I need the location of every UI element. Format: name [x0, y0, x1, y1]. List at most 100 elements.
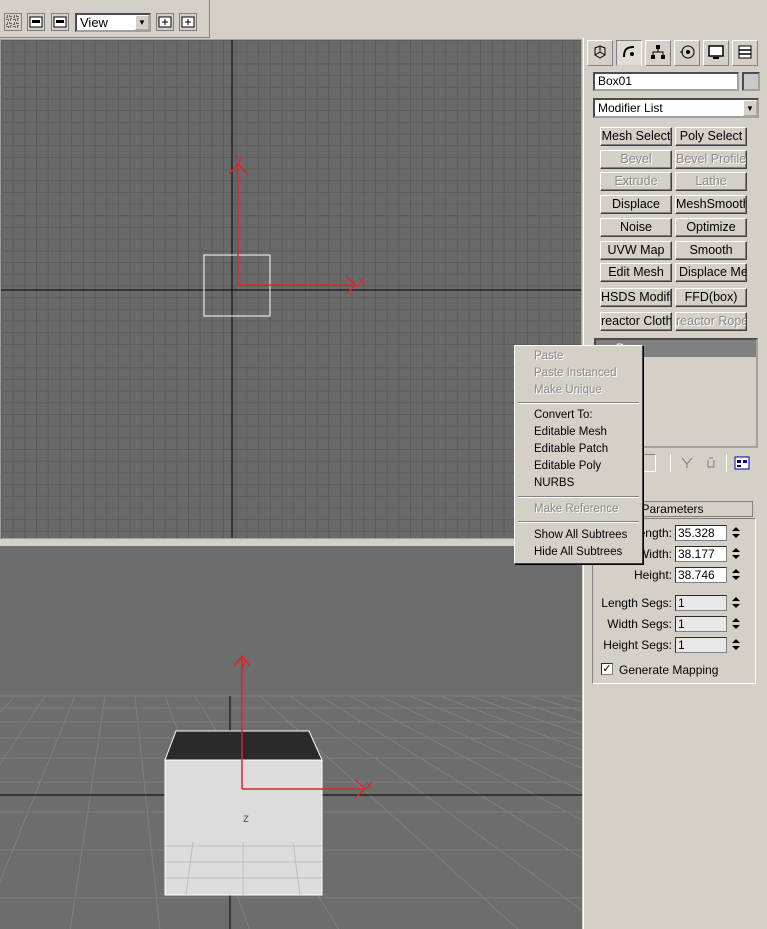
- modifier-button-smooth[interactable]: Smooth: [675, 241, 747, 260]
- modifier-button-hsds-modifier[interactable]: HSDS Modifier: [600, 288, 672, 307]
- menu-item-make-unique[interactable]: Make Unique: [515, 382, 642, 399]
- modifier-button-label: reactor Rope: [676, 314, 747, 328]
- menu-item-show-all-subtrees[interactable]: Show All Subtrees: [515, 527, 642, 544]
- length-segs-value: 1: [678, 596, 685, 610]
- selection-center-icon[interactable]: [179, 13, 197, 31]
- modifier-button-bevel[interactable]: Bevel: [600, 150, 672, 169]
- modify-icon: [621, 44, 637, 63]
- height-segs-spinner[interactable]: [731, 637, 741, 653]
- length-segs-spinner[interactable]: [731, 595, 741, 611]
- perspective-viewport[interactable]: y x z: [0, 544, 582, 929]
- select-region-icon[interactable]: [4, 13, 22, 31]
- modifier-button-ffd-box[interactable]: FFD(box): [675, 288, 747, 307]
- length-segs-field[interactable]: 1: [675, 595, 727, 611]
- width-segs-field[interactable]: 1: [675, 616, 727, 632]
- height-segs-field[interactable]: 1: [675, 637, 727, 653]
- width-segs-spinner[interactable]: [731, 616, 741, 632]
- menu-separator: [518, 402, 639, 404]
- create-tab[interactable]: [587, 40, 613, 66]
- chevron-down-icon[interactable]: ▼: [135, 15, 149, 30]
- menu-item-nurbs[interactable]: NURBS: [515, 475, 642, 492]
- modifier-button-displace[interactable]: Displace: [600, 195, 672, 214]
- chevron-down-icon[interactable]: ▼: [743, 100, 757, 116]
- top-viewport[interactable]: y x: [0, 39, 582, 539]
- height-spinner[interactable]: [731, 567, 741, 583]
- align-icon[interactable]: [51, 13, 69, 31]
- modify-tab[interactable]: [616, 40, 642, 66]
- modifier-button-label: Extrude: [614, 174, 658, 188]
- persp-z-axis-label: z: [243, 811, 249, 825]
- modifier-button-label: Noise: [620, 220, 652, 234]
- menu-item-editable-mesh[interactable]: Editable Mesh: [515, 424, 642, 441]
- modifier-button-label: Optimize: [686, 220, 736, 234]
- modifier-button-reactor-cloth[interactable]: reactor Cloth: [600, 312, 672, 331]
- width-spinner[interactable]: [731, 546, 741, 562]
- modifier-button-lathe[interactable]: Lathe: [675, 172, 747, 191]
- menu-separator: [518, 521, 639, 523]
- menu-item-paste[interactable]: Paste: [515, 348, 642, 365]
- hierarchy-icon: [650, 44, 666, 63]
- menu-item-paste-instanced[interactable]: Paste Instanced: [515, 365, 642, 382]
- modifier-button-label: Smooth: [689, 243, 733, 257]
- menu-item-editable-poly[interactable]: Editable Poly: [515, 458, 642, 475]
- make-unique-icon[interactable]: [704, 456, 718, 473]
- width-label: Width:: [637, 547, 672, 561]
- modifier-button-label: Displace: [612, 197, 660, 211]
- length-segs-label: Length Segs:: [601, 596, 672, 610]
- menu-item-hide-all-subtrees[interactable]: Hide All Subtrees: [515, 544, 642, 561]
- pin-stack-icon[interactable]: [642, 454, 656, 472]
- modifier-button-optimize[interactable]: Optimize: [675, 218, 747, 237]
- length-field[interactable]: 35.328: [675, 525, 727, 541]
- height-field[interactable]: 38.746: [675, 567, 727, 583]
- length-spinner[interactable]: [731, 525, 741, 541]
- display-tab[interactable]: [703, 40, 729, 66]
- modifier-button-label: Poly Select: [679, 129, 743, 143]
- modifier-button-label: HSDS Modifier: [601, 290, 672, 304]
- object-name-field[interactable]: Box01: [593, 72, 739, 91]
- reference-coordinate-select[interactable]: View ▼: [75, 13, 151, 32]
- display-icon: [708, 44, 724, 63]
- modifier-button-displace-mesh[interactable]: Displace Mesh: [675, 263, 747, 282]
- toolbar-divider: [670, 454, 671, 472]
- modifier-button-edit-mesh[interactable]: Edit Mesh: [600, 263, 672, 282]
- show-end-result-icon[interactable]: [680, 456, 694, 473]
- modifier-button-label: FFD(box): [684, 290, 738, 304]
- toolbar-divider: [726, 454, 727, 472]
- height-segs-label: Height Segs:: [603, 638, 672, 652]
- modifier-list-dropdown[interactable]: Modifier List ▼: [593, 98, 759, 118]
- modifier-button-meshsmooth[interactable]: MeshSmooth: [675, 195, 747, 214]
- modifier-button-bevel-profile[interactable]: Bevel Profile: [675, 150, 747, 169]
- width-value: 38.177: [678, 547, 715, 561]
- configure-modifier-sets-icon[interactable]: [734, 455, 750, 474]
- context-menu: Paste Paste Instanced Make Unique Conver…: [514, 345, 643, 564]
- top-viewport-canvas: y x: [1, 40, 581, 538]
- transform-gizmo[interactable]: [228, 162, 358, 295]
- mirror-icon[interactable]: [27, 13, 45, 31]
- width-segs-label: Width Segs:: [607, 617, 672, 631]
- persp-x-axis-label: x: [366, 777, 373, 792]
- modifier-button-poly-select[interactable]: Poly Select: [675, 127, 747, 146]
- pivot-center-icon[interactable]: [156, 13, 174, 31]
- modifier-button-noise[interactable]: Noise: [600, 218, 672, 237]
- modifier-button-label: UVW Map: [607, 243, 665, 257]
- object-color-swatch[interactable]: [742, 72, 760, 91]
- modifier-button-extrude[interactable]: Extrude: [600, 172, 672, 191]
- main-toolbar: View ▼: [0, 0, 210, 38]
- command-panel-tabs: [587, 40, 765, 66]
- width-field[interactable]: 38.177: [675, 546, 727, 562]
- height-segs-value: 1: [678, 638, 685, 652]
- generate-mapping-checkbox[interactable]: ✓: [601, 663, 613, 675]
- utilities-tab[interactable]: [732, 40, 758, 66]
- y-axis-label: y: [236, 150, 243, 165]
- motion-tab[interactable]: [674, 40, 700, 66]
- view-select-value: View: [80, 15, 108, 30]
- hierarchy-tab[interactable]: [645, 40, 671, 66]
- modifier-button-reactor-rope[interactable]: reactor Rope: [675, 312, 747, 331]
- modifier-button-label: reactor Cloth: [601, 314, 672, 328]
- modifier-button-mesh-select[interactable]: Mesh Select: [600, 127, 672, 146]
- length-value: 35.328: [678, 526, 715, 540]
- modifier-button-uvw-map[interactable]: UVW Map: [600, 241, 672, 260]
- modifier-button-label: Edit Mesh: [608, 265, 664, 279]
- menu-item-editable-patch[interactable]: Editable Patch: [515, 441, 642, 458]
- menu-item-make-reference[interactable]: Make Reference: [515, 501, 642, 518]
